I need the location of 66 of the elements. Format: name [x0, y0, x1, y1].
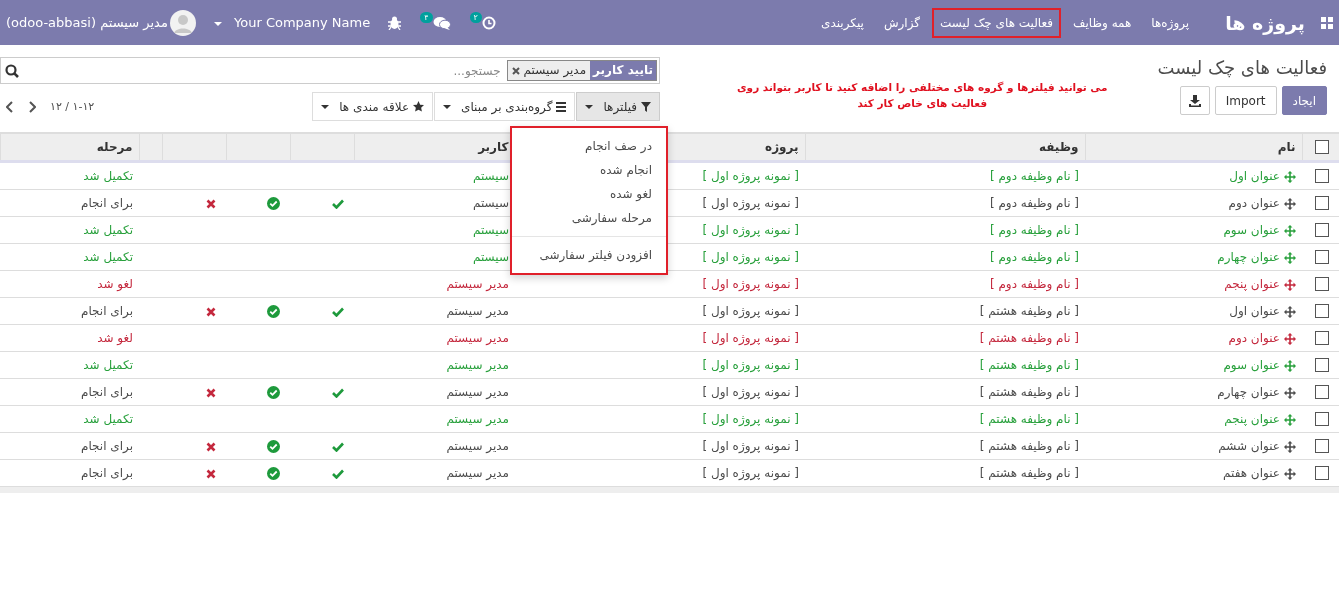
table-cell: عنوان چهارم — [1217, 250, 1280, 264]
table-cell: برای انجام — [81, 304, 133, 318]
table-cell: سیستم — [473, 250, 509, 264]
table-cell: عنوان پنجم — [1224, 277, 1280, 291]
table-cell: [ نام وظیفه هشتم ] — [979, 439, 1079, 453]
table-cell: مدیر سیستم — [446, 358, 509, 372]
message-count: ۴ — [420, 12, 433, 23]
table-cell: [ نمونه پروژه اول ] — [702, 331, 799, 345]
table-cell: سیستم — [473, 169, 509, 183]
table-cell: تکمیل شد — [83, 223, 133, 237]
table-cell: عنوان اول — [1229, 304, 1280, 318]
table-cell: مدیر سیستم — [446, 277, 509, 291]
table-cell: [ نمونه پروژه اول ] — [702, 277, 799, 291]
table-cell: عنوان اول — [1229, 169, 1280, 183]
table-cell: لغو شد — [97, 277, 133, 291]
table-cell: عنوان سوم — [1223, 358, 1280, 372]
pager-value: ۱-۱۲ / ۱۲ — [50, 100, 95, 113]
table-cell: عنوان دوم — [1228, 196, 1280, 210]
table-cell: [ نام وظیفه هشتم ] — [979, 466, 1079, 480]
table-cell: مدیر سیستم — [446, 466, 509, 480]
table-cell: [ نمونه پروژه اول ] — [702, 304, 799, 318]
table-cell: [ نمونه پروژه اول ] — [702, 250, 799, 264]
table-cell: لغو شد — [97, 331, 133, 345]
table-cell: برای انجام — [81, 385, 133, 399]
table-cell: سیستم — [473, 223, 509, 237]
table-cell: [ نام وظیفه هشتم ] — [979, 412, 1079, 426]
table-cell: مدیر سیستم — [446, 385, 509, 399]
table-cell: برای انجام — [81, 196, 133, 210]
table-cell: مدیر سیستم — [446, 304, 509, 318]
table-cell: [ نمونه پروژه اول ] — [702, 412, 799, 426]
table-cell: [ نام وظیفه هشتم ] — [979, 331, 1079, 345]
table-cell: عنوان دوم — [1228, 331, 1280, 345]
table-cell: مدیر سیستم — [446, 439, 509, 453]
table-cell: [ نمونه پروژه اول ] — [702, 196, 799, 210]
table-cell: [ نمونه پروژه اول ] — [702, 358, 799, 372]
table-cell: [ نمونه پروژه اول ] — [702, 169, 799, 183]
table-cell: عنوان سوم — [1223, 223, 1280, 237]
table-cell: [ نام وظیفه هشتم ] — [979, 385, 1079, 399]
annotation-note: می توانید فیلترها و گروه های مختلفی را اضافه کنید تا کاربر بتواند روی فعالیت های خاص کار کند — [736, 79, 1109, 111]
table-cell: تکمیل شد — [83, 358, 133, 372]
table-cell: مدیر سیستم — [446, 331, 509, 345]
table-cell: سیستم — [473, 196, 509, 210]
page-title: فعالیت های چک لیست — [1156, 57, 1327, 78]
table-cell: تکمیل شد — [83, 412, 133, 426]
table-cell: برای انجام — [81, 439, 133, 453]
table-cell: مدیر سیستم — [446, 412, 509, 426]
table-cell: عنوان هفتم — [1223, 466, 1280, 480]
table-cell: تکمیل شد — [83, 250, 133, 264]
table-cell: عنوان چهارم — [1217, 385, 1280, 399]
table-cell: [ نام وظیفه دوم ] — [989, 169, 1079, 183]
activity-count: ۲ — [469, 12, 482, 23]
table-cell: برای انجام — [81, 466, 133, 480]
table-cell: [ نام وظیفه دوم ] — [989, 277, 1079, 291]
table-cell: [ نمونه پروژه اول ] — [702, 466, 799, 480]
table-cell: [ نام وظیفه هشتم ] — [979, 358, 1079, 372]
table-cell: تکمیل شد — [83, 169, 133, 183]
table-cell: عنوان ششم — [1218, 439, 1280, 453]
table-cell: عنوان پنجم — [1224, 412, 1280, 426]
table-cell: [ نام وظیفه هشتم ] — [979, 304, 1079, 318]
table-cell: [ نام وظیفه دوم ] — [989, 196, 1079, 210]
table-cell: [ نمونه پروژه اول ] — [702, 223, 799, 237]
table-cell: [ نمونه پروژه اول ] — [702, 439, 799, 453]
app-title: پروژه ها — [1225, 11, 1305, 34]
table-cell: [ نمونه پروژه اول ] — [702, 385, 799, 399]
table-cell: [ نام وظیفه دوم ] — [989, 223, 1079, 237]
table-cell: [ نام وظیفه دوم ] — [989, 250, 1079, 264]
